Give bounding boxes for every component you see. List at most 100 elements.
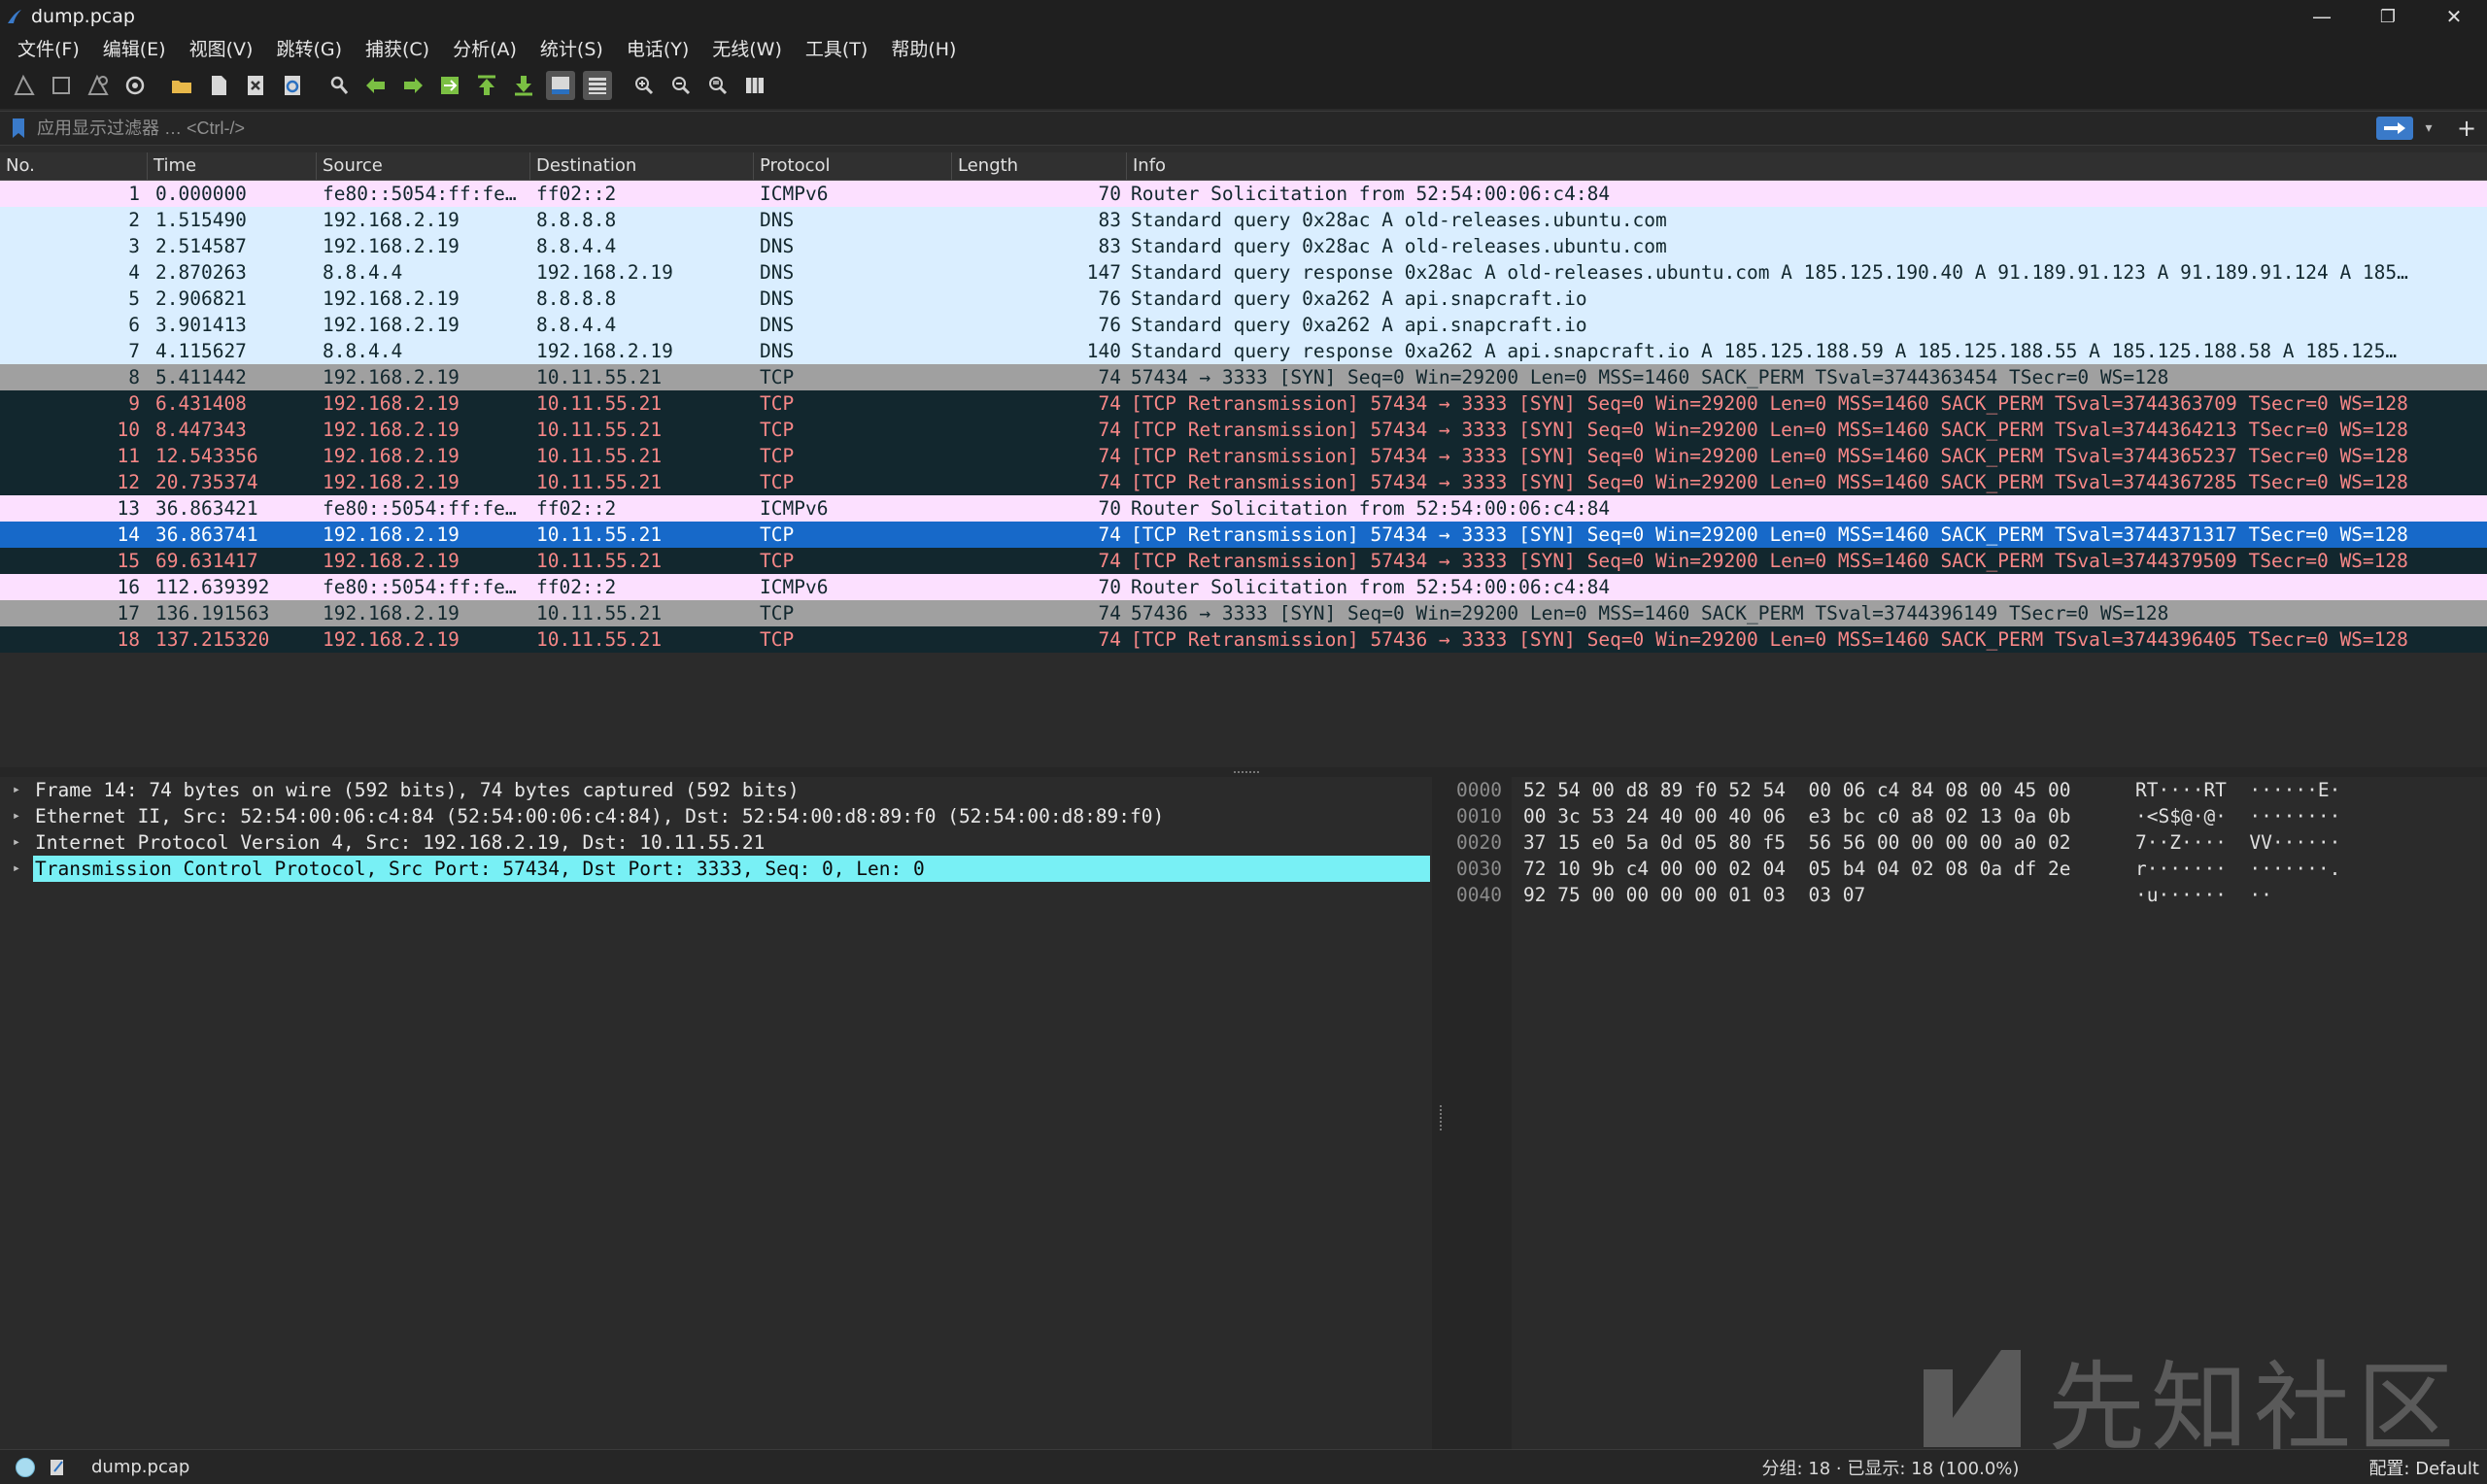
- packet-cell-proto: TCP: [760, 602, 795, 624]
- packet-row[interactable]: 8 5.411442 192.168.2.19 10.11.55.21 TCP 74 574…: [0, 364, 2487, 390]
- packet-row[interactable]: 13 36.863421 fe80::5054:ff:fe… ff02::2 ICMPv…: [0, 495, 2487, 522]
- menu-statistics[interactable]: 统计(S): [528, 35, 615, 61]
- column-protocol[interactable]: Protocol: [754, 152, 952, 180]
- packet-row[interactable]: 9 6.431408 192.168.2.19 10.11.55.21 TCP 74 [TC…: [0, 390, 2487, 417]
- horizontal-splitter[interactable]: [0, 767, 2487, 777]
- byte-ascii-row[interactable]: ·<S$@·@· ········: [2135, 803, 2427, 829]
- detail-tree-item[interactable]: ▸ Frame 14: 74 bytes on wire (592 bits), …: [0, 777, 1432, 803]
- reload-icon[interactable]: [278, 71, 307, 100]
- packet-row[interactable]: 1 0.000000 fe80::5054:ff:fe… ff02::2 ICMPv6 7…: [0, 181, 2487, 207]
- options-icon[interactable]: [120, 71, 150, 100]
- first-packet-icon[interactable]: [472, 71, 501, 100]
- byte-offset: 0000: [1456, 779, 1502, 801]
- resize-columns-icon[interactable]: [740, 71, 769, 100]
- open-folder-icon[interactable]: [167, 71, 196, 100]
- menu-edit[interactable]: 编辑(E): [91, 35, 178, 61]
- packet-cell-proto: TCP: [760, 419, 795, 441]
- column-length[interactable]: Length: [952, 152, 1127, 180]
- detail-tree-label: Transmission Control Protocol, Src Port:…: [35, 858, 925, 880]
- packet-cell-src: 192.168.2.19: [323, 419, 460, 441]
- normal-size-icon[interactable]: [703, 71, 732, 100]
- menu-wireless[interactable]: 无线(W): [700, 35, 794, 61]
- packet-cell-len: 83: [1098, 209, 1121, 231]
- packet-cell-no: 8: [128, 366, 140, 388]
- search-icon[interactable]: [324, 71, 354, 100]
- expand-arrow-icon[interactable]: ▸: [0, 829, 33, 856]
- column-info[interactable]: Info: [1127, 152, 2487, 180]
- packet-row[interactable]: 18 137.215320 192.168.2.19 10.11.55.21 TCP 74…: [0, 626, 2487, 653]
- expand-arrow-icon[interactable]: ▸: [0, 777, 33, 803]
- autoscroll-icon[interactable]: [546, 71, 575, 100]
- packet-cell-len: 74: [1098, 550, 1121, 572]
- shark-fin-start-icon[interactable]: [10, 71, 39, 100]
- packet-row[interactable]: 11 12.543356 192.168.2.19 10.11.55.21 TCP 74 […: [0, 443, 2487, 469]
- goto-packet-icon[interactable]: [435, 71, 464, 100]
- zoom-in-icon[interactable]: [630, 71, 659, 100]
- stop-icon[interactable]: [47, 71, 76, 100]
- colorize-icon[interactable]: [583, 71, 612, 100]
- packet-cell-dst: 8.8.8.8: [536, 287, 617, 310]
- back-arrow-icon[interactable]: [361, 71, 391, 100]
- packet-row[interactable]: 6 3.901413 192.168.2.19 8.8.4.4 DNS 76 Standar…: [0, 312, 2487, 338]
- detail-tree-item[interactable]: ▸ Internet Protocol Version 4, Src: 192.1…: [0, 829, 1432, 856]
- detail-tree-item[interactable]: ▸ Ethernet II, Src: 52:54:00:06:c4:84 (52…: [0, 803, 1432, 829]
- menu-capture[interactable]: 捕获(C): [354, 35, 441, 61]
- detail-tree-label: Ethernet II, Src: 52:54:00:06:c4:84 (52:…: [35, 805, 1165, 827]
- menu-telephony[interactable]: 电话(Y): [615, 35, 700, 61]
- packet-row[interactable]: 2 1.515490 192.168.2.19 8.8.8.8 DNS 83 Standar…: [0, 207, 2487, 233]
- add-filter-button[interactable]: +: [2452, 115, 2481, 142]
- last-packet-icon[interactable]: [509, 71, 538, 100]
- byte-hex-row[interactable]: 72 10 9b c4 00 00 02 04 05 b4 04 02 08 0…: [1523, 856, 2071, 882]
- column-time[interactable]: Time: [148, 152, 317, 180]
- forward-arrow-icon[interactable]: [398, 71, 427, 100]
- packet-row[interactable]: 3 2.514587 192.168.2.19 8.8.4.4 DNS 83 Standar…: [0, 233, 2487, 259]
- status-profile[interactable]: 配置: Default: [2368, 1455, 2479, 1480]
- display-filter-input[interactable]: [35, 113, 2376, 144]
- byte-ascii-row[interactable]: 7··Z···· VV······: [2135, 829, 2427, 856]
- vertical-splitter[interactable]: [1432, 777, 1451, 1449]
- close-button[interactable]: ✕: [2421, 0, 2487, 33]
- menu-go[interactable]: 跳转(G): [264, 35, 354, 61]
- filter-history-dropdown[interactable]: ▾: [2419, 120, 2438, 136]
- apply-filter-button[interactable]: [2376, 117, 2413, 140]
- packet-row[interactable]: 16 112.639392 fe80::5054:ff:fe… ff02::2 ICMP…: [0, 574, 2487, 600]
- byte-hex-row[interactable]: 00 3c 53 24 40 00 40 06 e3 bc c0 a8 02 1…: [1523, 803, 2071, 829]
- bookmark-icon[interactable]: [12, 118, 25, 139]
- file-icon[interactable]: [204, 71, 233, 100]
- restore-button[interactable]: ❐: [2355, 0, 2421, 33]
- packet-row[interactable]: 10 8.447343 192.168.2.19 10.11.55.21 TCP 74 [T…: [0, 417, 2487, 443]
- byte-hex-row[interactable]: 52 54 00 d8 89 f0 52 54 00 06 c4 84 08 0…: [1523, 777, 2071, 803]
- menu-help[interactable]: 帮助(H): [879, 35, 968, 61]
- packet-row[interactable]: 17 136.191563 192.168.2.19 10.11.55.21 TCP 74…: [0, 600, 2487, 626]
- packet-row[interactable]: 5 2.906821 192.168.2.19 8.8.8.8 DNS 76 Standar…: [0, 286, 2487, 312]
- column-source[interactable]: Source: [317, 152, 530, 180]
- detail-tree-item[interactable]: ▸ Transmission Control Protocol, Src Port…: [0, 856, 1430, 882]
- menu-analyze[interactable]: 分析(A): [441, 35, 528, 61]
- zoom-out-icon[interactable]: [666, 71, 696, 100]
- packet-row[interactable]: 15 69.631417 192.168.2.19 10.11.55.21 TCP 74 […: [0, 548, 2487, 574]
- packet-row[interactable]: 14 36.863741 192.168.2.19 10.11.55.21 TCP 74 […: [0, 522, 2487, 548]
- expert-info-icon[interactable]: [16, 1457, 35, 1477]
- byte-ascii-row[interactable]: RT····RT ······E·: [2135, 777, 2427, 803]
- packet-row[interactable]: 4 2.870263 8.8.4.4 192.168.2.19 DNS 147 Standa…: [0, 259, 2487, 286]
- expand-arrow-icon[interactable]: ▸: [0, 856, 33, 882]
- column-destination[interactable]: Destination: [530, 152, 754, 180]
- packet-row[interactable]: 7 4.115627 8.8.4.4 192.168.2.19 DNS 140 Standa…: [0, 338, 2487, 364]
- expand-arrow-icon[interactable]: ▸: [0, 803, 33, 829]
- packet-row[interactable]: 12 20.735374 192.168.2.19 10.11.55.21 TCP 74 […: [0, 469, 2487, 495]
- capture-comment-icon[interactable]: [49, 1458, 66, 1477]
- byte-hex-row[interactable]: 92 75 00 00 00 00 01 03 03 07: [1523, 882, 2009, 908]
- byte-ascii-row[interactable]: ·u······ ··: [2135, 882, 2427, 908]
- menu-tools[interactable]: 工具(T): [794, 35, 879, 61]
- restart-icon[interactable]: [84, 71, 113, 100]
- close-file-icon[interactable]: [241, 71, 270, 100]
- minimize-button[interactable]: —: [2289, 0, 2355, 33]
- byte-hex-row[interactable]: 37 15 e0 5a 0d 05 80 f5 56 56 00 00 00 0…: [1523, 829, 2071, 856]
- menu-view[interactable]: 视图(V): [178, 35, 265, 61]
- packet-cell-src: 192.168.2.19: [323, 314, 460, 336]
- byte-ascii-row[interactable]: r······· ·······.: [2135, 856, 2427, 882]
- packet-cell-no: 15: [117, 550, 140, 572]
- packet-cell-info: Standard query 0x28ac A old-releases.ubu…: [1131, 235, 1667, 257]
- column-no[interactable]: No.: [0, 152, 148, 180]
- menu-file[interactable]: 文件(F): [6, 35, 91, 61]
